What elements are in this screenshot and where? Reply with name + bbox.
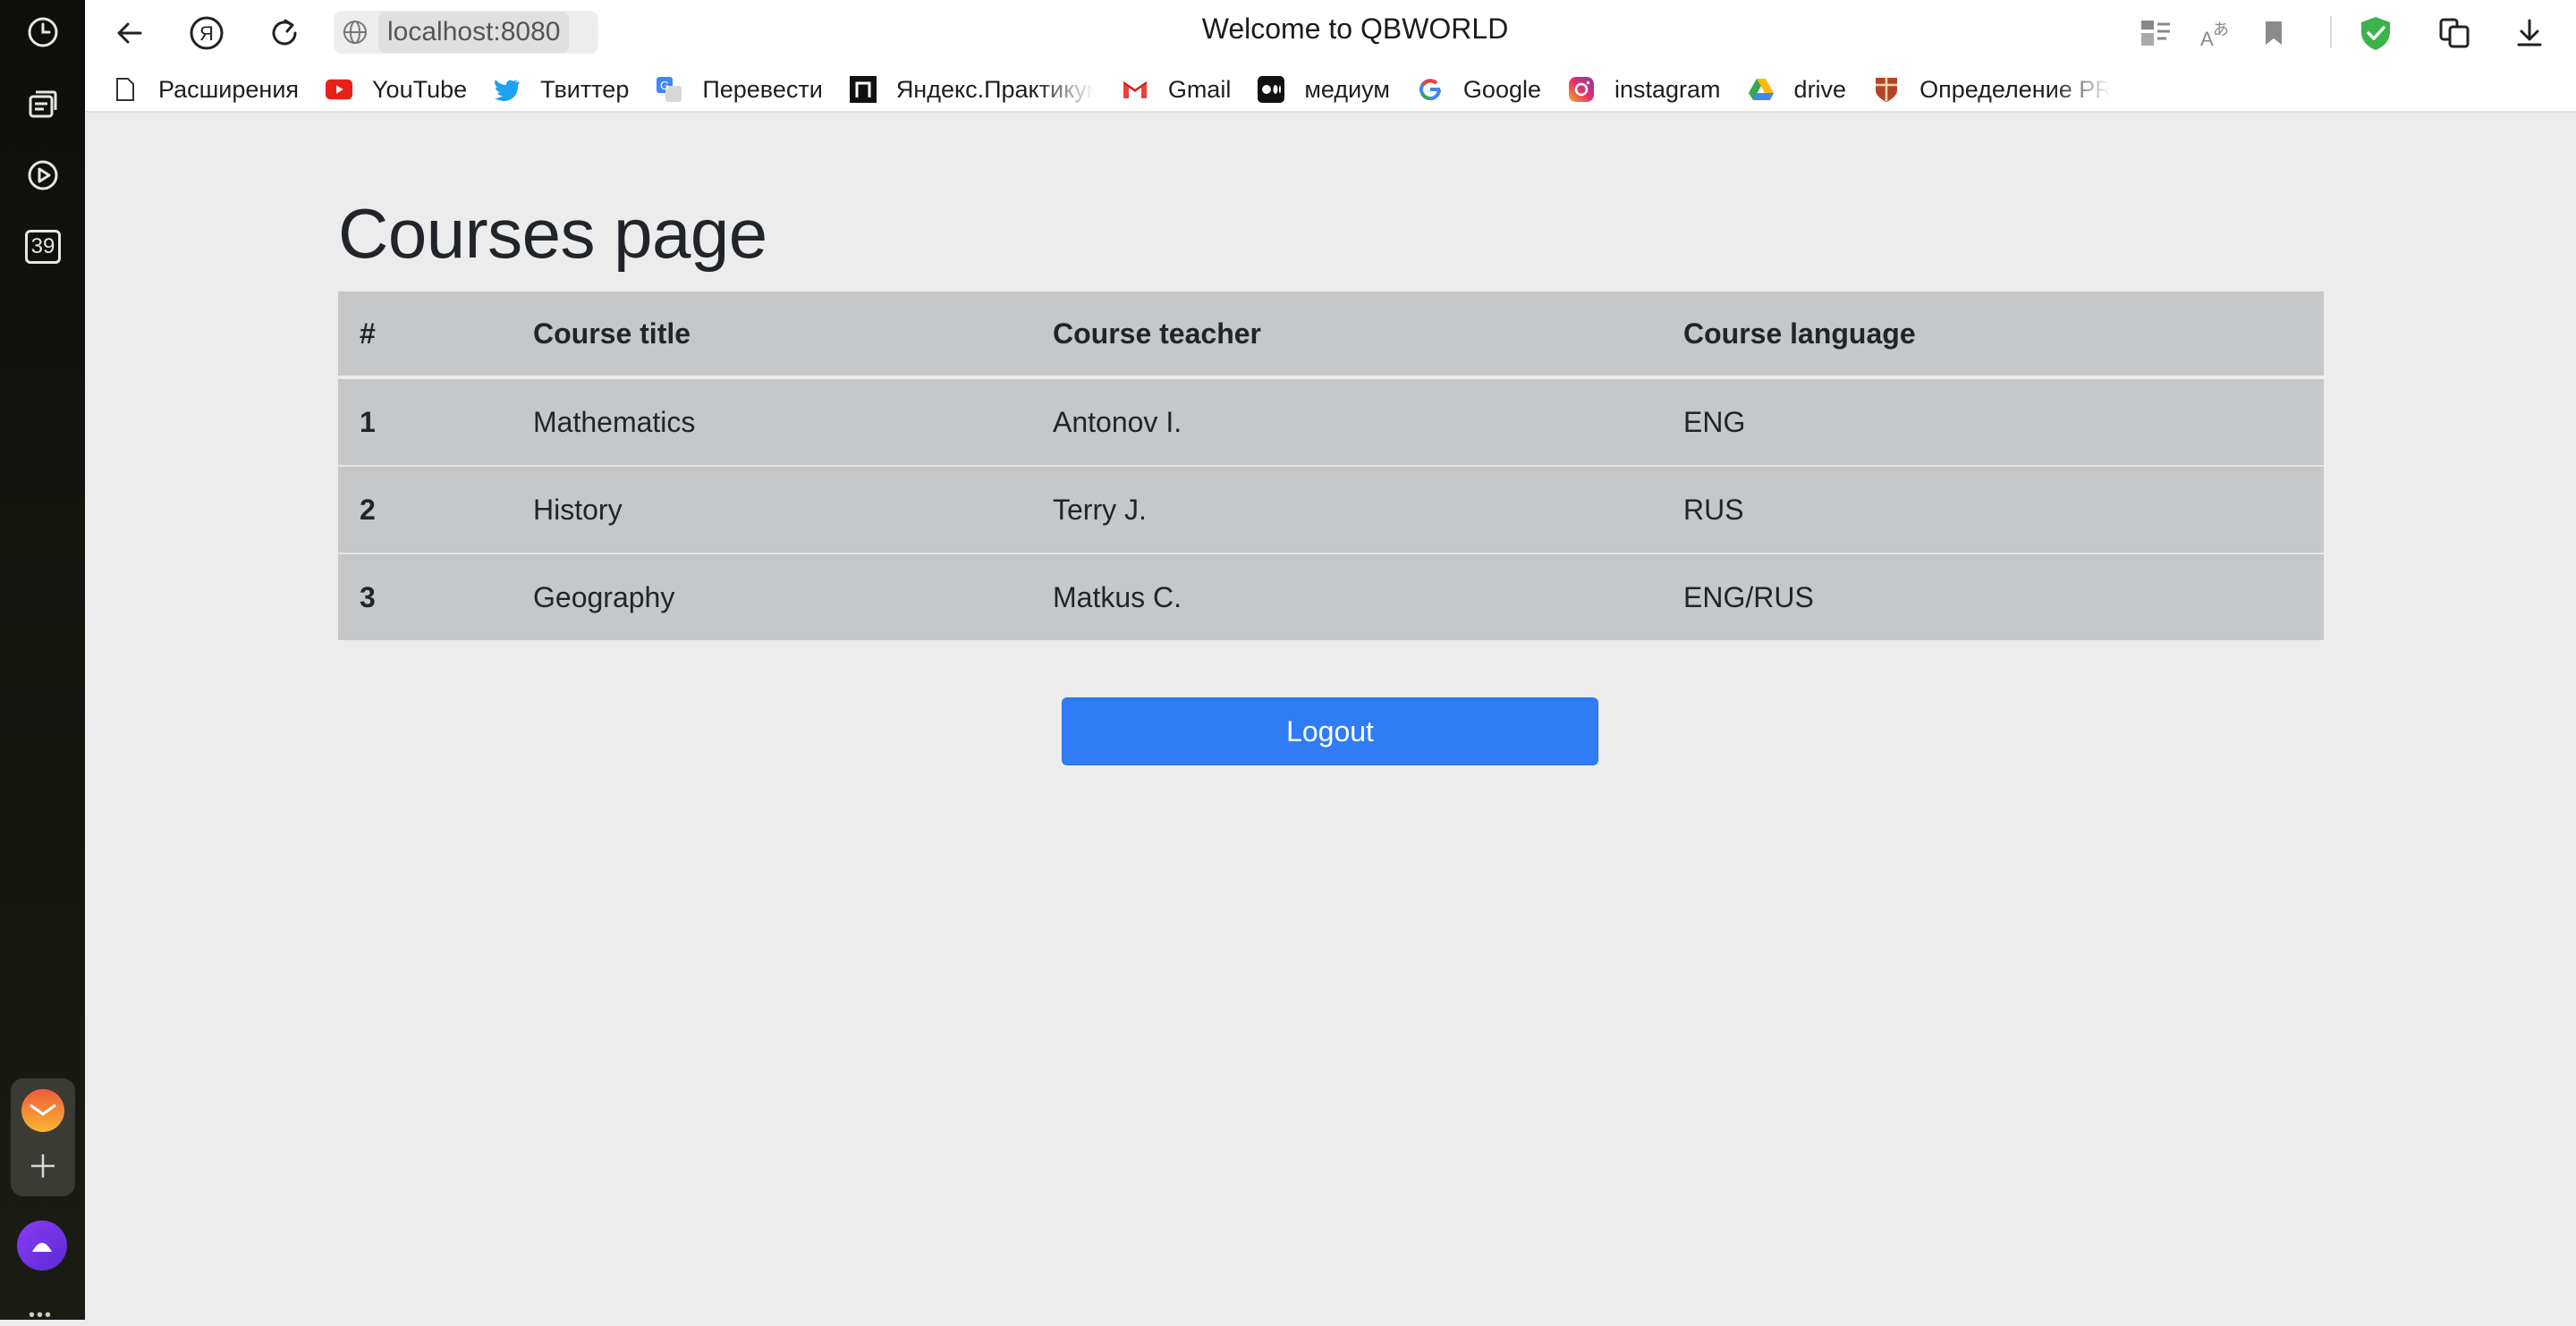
header-course-language: Course language: [1662, 291, 2324, 379]
page-content: Courses page # Course title Course teach…: [85, 113, 2576, 1320]
cambridge-icon: [1873, 76, 1900, 103]
bookmark-label: Яндекс.Практикум: [895, 75, 1095, 103]
sidebar-apps-card: [11, 1078, 75, 1196]
alice-assistant-icon[interactable]: [16, 1220, 68, 1271]
reader-mode-icon[interactable]: [2133, 11, 2178, 55]
bookmark-item-practicum[interactable]: Яндекс.Практикум: [849, 75, 1095, 104]
toolbar-divider: [2330, 16, 2332, 48]
table-row: 2 History Terry J. RUS: [338, 465, 2324, 553]
more-dots-icon[interactable]: •••: [29, 1305, 53, 1326]
course-language-cell: ENG/RUS: [1662, 553, 2324, 640]
table-header-row: # Course title Course teacher Course lan…: [338, 291, 2324, 379]
reload-icon[interactable]: [264, 13, 305, 54]
header-course-teacher: Course teacher: [1031, 291, 1662, 379]
bookmark-item-medium[interactable]: медиум: [1258, 76, 1390, 104]
bookmark-icon[interactable]: [2251, 11, 2296, 55]
svg-text:あ: あ: [2213, 21, 2229, 39]
courses-table: # Course title Course teacher Course lan…: [338, 291, 2324, 640]
table-row: 1 Mathematics Antonov I. ENG: [338, 377, 2324, 466]
instagram-icon: [1568, 76, 1595, 103]
bookmark-item-cambridge[interactable]: Определение PR: [1873, 76, 2111, 104]
back-icon[interactable]: [108, 13, 149, 54]
logout-button[interactable]: Logout: [1062, 697, 1598, 765]
bookmark-item-twitter[interactable]: Твиттер: [494, 76, 629, 104]
row-number: 1: [360, 405, 376, 438]
browser-toolbar: Я localhost:8080 Welcome to QBWORLD Aあ Р…: [85, 0, 2576, 113]
course-teacher-cell: Matkus C.: [1031, 553, 1662, 640]
page-title: Courses page: [338, 194, 767, 273]
bookmarks-bar: Расширения YouTube Твиттер G Перевести Я…: [112, 70, 2196, 109]
google-icon: [1417, 76, 1444, 103]
bookmark-label: Google: [1462, 75, 1541, 103]
globe-icon: [337, 14, 373, 50]
twitter-icon: [494, 76, 521, 103]
bookmark-label: Gmail: [1167, 75, 1232, 103]
bookmark-label: Определение PR: [1919, 75, 2112, 103]
header-course-title: Course title: [512, 291, 1031, 379]
tab-title: Welcome to QBWORLD: [1201, 13, 1509, 45]
drive-icon: [1748, 76, 1775, 103]
row-number: 3: [338, 553, 512, 640]
mail-app-icon[interactable]: [20, 1087, 66, 1134]
play-icon[interactable]: [18, 150, 68, 200]
course-title-cell: Mathematics: [533, 405, 696, 438]
collections-icon[interactable]: [2432, 11, 2477, 55]
bookmark-label: YouTube: [372, 75, 468, 103]
course-title-cell: Geography: [512, 553, 1031, 640]
bookmark-label: Расширения: [158, 75, 300, 103]
tabs-icon[interactable]: [18, 79, 68, 129]
bookmark-label: instagram: [1614, 75, 1721, 103]
bookmark-label: медиум: [1304, 75, 1390, 103]
translate-icon[interactable]: Aあ: [2192, 11, 2237, 55]
browser-sidebar: 39 •••: [0, 0, 85, 1325]
page-icon: [112, 76, 139, 103]
url-text[interactable]: localhost:8080: [378, 12, 570, 53]
address-bar[interactable]: localhost:8080: [334, 11, 598, 54]
bookmark-item-extensions[interactable]: Расширения: [112, 76, 299, 104]
practicum-icon: [849, 76, 877, 103]
course-title-cell: History: [512, 465, 1031, 553]
bookmark-item-drive[interactable]: drive: [1748, 75, 1847, 104]
svg-text:A: A: [2200, 28, 2214, 50]
bookmark-item-gmail[interactable]: Gmail: [1122, 75, 1232, 104]
bookmark-item-google[interactable]: Google: [1417, 76, 1541, 104]
translate-icon: G: [656, 76, 682, 103]
header-number: #: [338, 291, 512, 379]
course-language-cell: RUS: [1662, 465, 2324, 553]
medium-icon: [1258, 76, 1285, 103]
row-number: 2: [338, 465, 512, 553]
table-row: 3 Geography Matkus C. ENG/RUS: [338, 553, 2324, 640]
gmail-icon: [1122, 76, 1148, 103]
bookmark-label: drive: [1793, 75, 1847, 103]
history-icon[interactable]: [18, 7, 68, 57]
bookmark-item-youtube[interactable]: YouTube: [326, 76, 467, 104]
counter-badge-label: 39: [25, 230, 61, 264]
bookmark-label: Твиттер: [540, 75, 630, 103]
course-teacher-cell: Terry J.: [1031, 465, 1662, 553]
youtube-icon: [326, 76, 353, 103]
counter-badge[interactable]: 39: [18, 222, 68, 272]
course-teacher-cell: Antonov I.: [1053, 405, 1182, 438]
yandex-icon[interactable]: Я: [186, 13, 227, 54]
protect-shield-icon[interactable]: [2353, 11, 2398, 55]
add-icon[interactable]: [23, 1146, 63, 1186]
svg-text:Я: Я: [199, 22, 214, 45]
bookmark-item-translate[interactable]: G Перевести: [656, 75, 823, 104]
course-language-cell: ENG: [1683, 405, 1746, 438]
svg-text:G: G: [660, 79, 669, 92]
bookmark-label: Перевести: [702, 75, 823, 103]
bookmark-item-instagram[interactable]: instagram: [1568, 76, 1721, 104]
download-icon[interactable]: [2507, 11, 2552, 55]
